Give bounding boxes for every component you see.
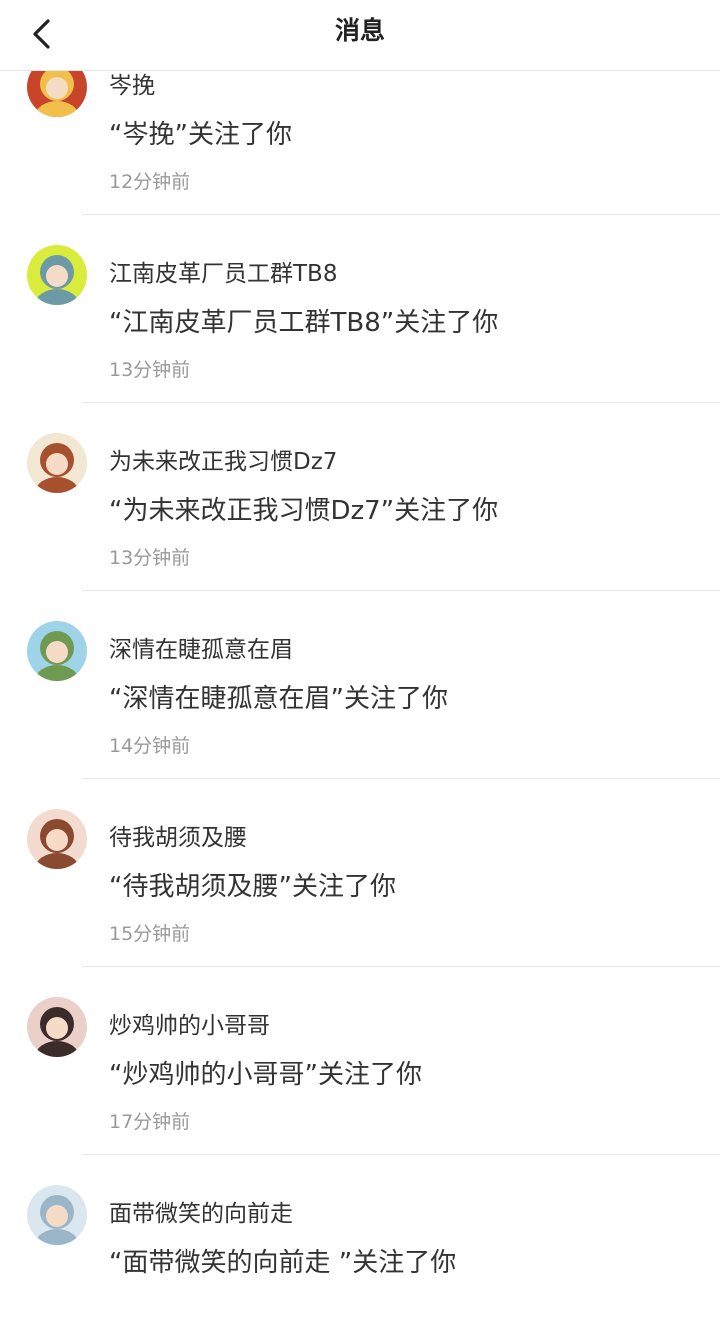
timestamp: 15分钟前 (109, 923, 191, 945)
avatar[interactable] (27, 621, 87, 681)
top-bar: 消息 (0, 0, 720, 71)
avatar-image (27, 997, 87, 1057)
avatar[interactable] (27, 809, 87, 869)
timestamp: 13分钟前 (109, 359, 191, 381)
follow-message: “炒鸡帅的小哥哥”关注了你 (109, 1060, 422, 1090)
page-title: 消息 (334, 16, 385, 45)
avatar[interactable] (27, 433, 87, 493)
follow-message: “待我胡须及腰”关注了你 (109, 872, 396, 902)
avatar[interactable] (27, 997, 87, 1057)
follower-name: 为未来改正我习惯Dz7 (109, 449, 338, 475)
avatar[interactable] (27, 1185, 87, 1245)
follower-name: 深情在睫孤意在眉 (109, 637, 293, 663)
timestamp: 13分钟前 (109, 547, 191, 569)
follow-message: “面带微笑的向前走 ”关注了你 (109, 1248, 457, 1278)
avatar-image (27, 809, 87, 869)
follower-name: 待我胡须及腰 (109, 825, 247, 851)
list-item[interactable]: 深情在睫孤意在眉 “深情在睫孤意在眉”关注了你 14分钟前 (0, 591, 720, 779)
follower-name: 江南皮革厂员工群TB8 (109, 261, 338, 287)
avatar-image (27, 433, 87, 493)
notification-list: 岑挽 “岑挽”关注了你 12分钟前 江南皮革厂员工群TB8 “江南皮革厂员工群T… (0, 27, 720, 1343)
follower-name: 岑挽 (109, 73, 155, 99)
follower-name: 炒鸡帅的小哥哥 (109, 1013, 270, 1039)
avatar-image (27, 1185, 87, 1245)
list-item[interactable]: 待我胡须及腰 “待我胡须及腰”关注了你 15分钟前 (0, 779, 720, 967)
list-item[interactable]: 为未来改正我习惯Dz7 “为未来改正我习惯Dz7”关注了你 13分钟前 (0, 403, 720, 591)
timestamp: 12分钟前 (109, 171, 191, 193)
list-item[interactable]: 炒鸡帅的小哥哥 “炒鸡帅的小哥哥”关注了你 17分钟前 (0, 967, 720, 1155)
follow-message: “岑挽”关注了你 (109, 120, 292, 150)
avatar-image (27, 245, 87, 305)
follow-message: “为未来改正我习惯Dz7”关注了你 (109, 496, 499, 526)
timestamp: 17分钟前 (109, 1111, 191, 1133)
follow-message: “深情在睫孤意在眉”关注了你 (109, 684, 448, 714)
follow-message: “江南皮革厂员工群TB8”关注了你 (109, 308, 499, 338)
follower-name: 面带微笑的向前走 (109, 1201, 293, 1227)
avatar[interactable] (27, 245, 87, 305)
list-item[interactable]: 江南皮革厂员工群TB8 “江南皮革厂员工群TB8”关注了你 13分钟前 (0, 215, 720, 403)
avatar-image (27, 621, 87, 681)
timestamp: 14分钟前 (109, 735, 191, 757)
list-item[interactable]: 面带微笑的向前走 “面带微笑的向前走 ”关注了你 (0, 1155, 720, 1343)
